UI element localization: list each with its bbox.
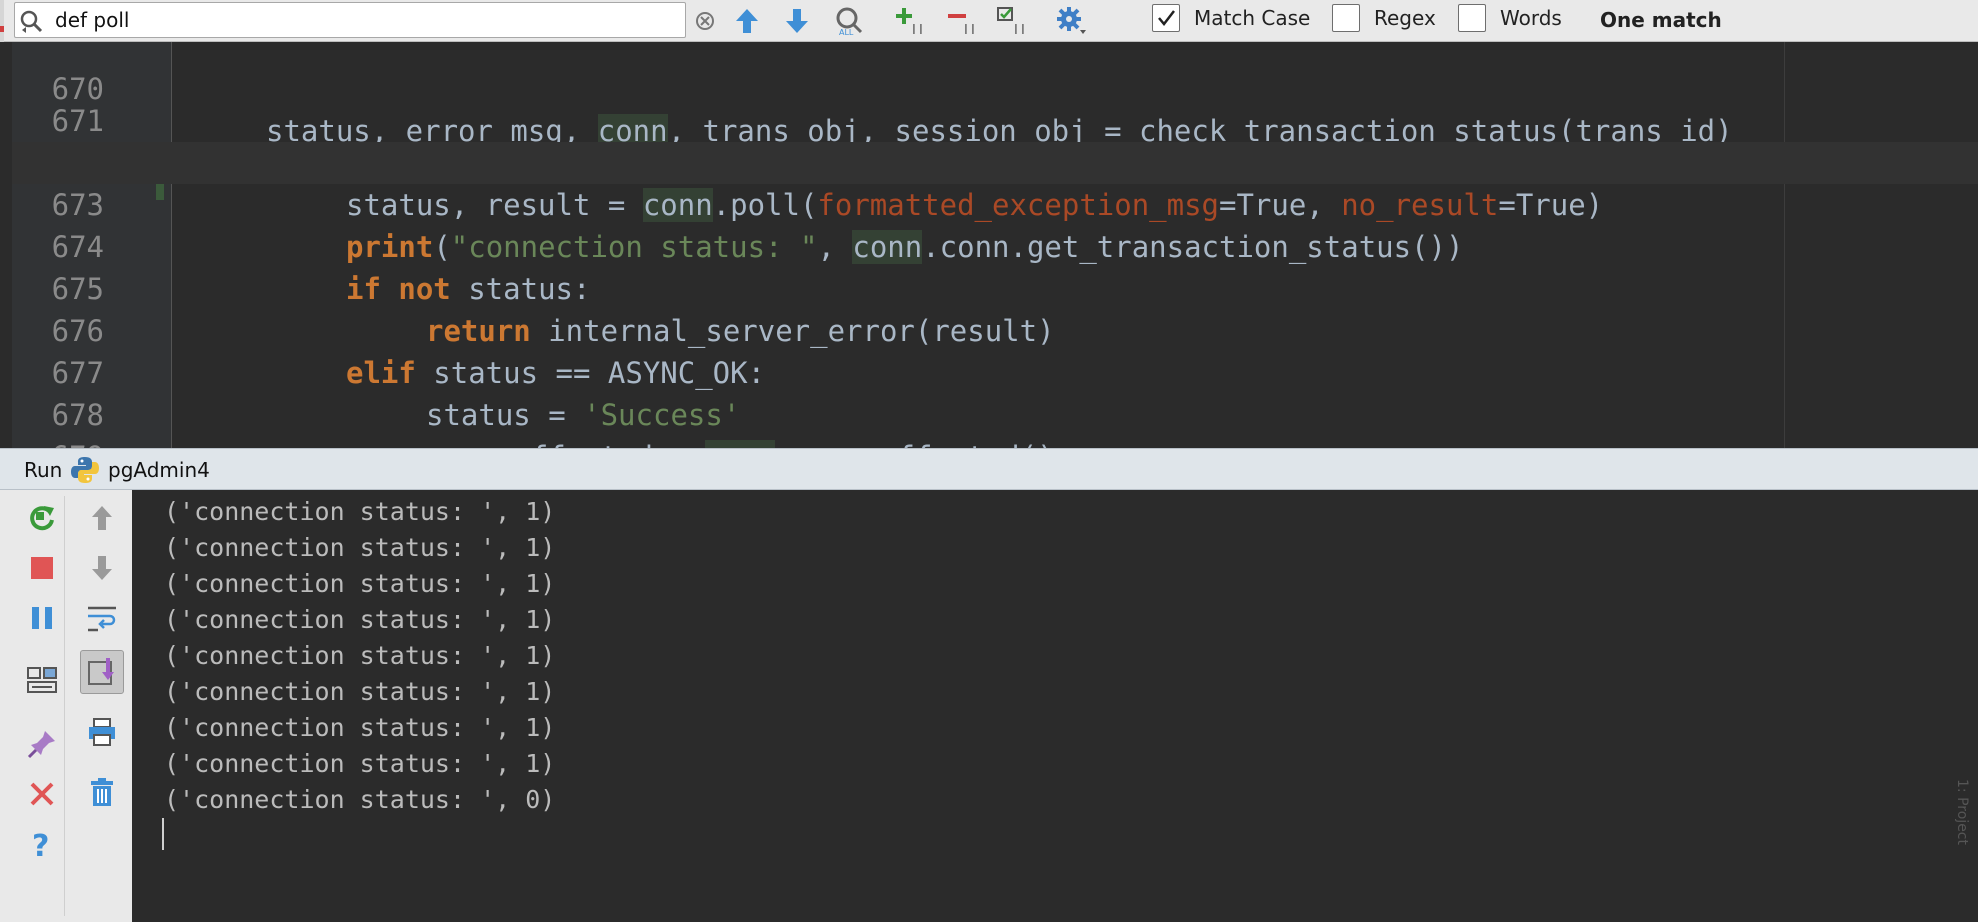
rerun-icon[interactable] (22, 498, 62, 538)
code-line[interactable]: 677 status = 'Success' (12, 310, 1978, 432)
run-toolbar: ? (0, 490, 132, 922)
search-input[interactable] (55, 7, 675, 33)
svg-text:I: I (964, 23, 968, 36)
stop-icon[interactable] (22, 548, 62, 588)
search-box[interactable] (14, 2, 686, 38)
down-arrow-icon[interactable] (82, 548, 122, 588)
line-number: 679 (12, 436, 104, 448)
run-configuration-name[interactable]: pgAdmin4 (108, 458, 210, 482)
settings-icon[interactable] (1054, 4, 1090, 38)
project-side-tab[interactable]: 1: Project (1954, 779, 1970, 845)
help-icon[interactable]: ? (22, 824, 62, 864)
code-line[interactable]: 676 elif status == ASYNC_OK: (12, 268, 1978, 390)
svg-text:I: I (912, 23, 916, 36)
search-icon[interactable] (19, 9, 45, 33)
svg-text:ALL: ALL (839, 28, 854, 36)
console-line: ('connection status: ', 1) (164, 569, 556, 598)
add-occurrence-icon[interactable]: II (892, 4, 932, 38)
code-line-current[interactable]: 673 print("connection status: ", conn.co… (12, 142, 1978, 264)
select-all-occurrences-icon[interactable]: II (994, 4, 1034, 38)
soft-wrap-icon[interactable] (82, 598, 122, 638)
next-occurrence-icon[interactable] (780, 4, 814, 38)
run-tool-window-header: Run pgAdmin4 (0, 448, 1978, 490)
trash-icon[interactable] (82, 772, 122, 812)
console-line: ('connection status: ', 1) (164, 533, 556, 562)
python-icon (70, 455, 100, 485)
code-line[interactable]: 678 rows_affected = conn.rows_affected() (12, 352, 1978, 448)
code-text: rows_affected = conn.rows_affected() (426, 436, 1055, 448)
restore-layout-icon[interactable] (22, 660, 62, 700)
console-line: ('connection status: ', 0) (164, 785, 556, 814)
pin-tab-icon[interactable] (22, 724, 62, 764)
code-editor[interactable]: 670 status, error_msg, conn, trans_obj, … (12, 42, 1978, 448)
left-edge-marker (0, 0, 4, 42)
code-line[interactable]: 675 return internal_server_error(result) (12, 226, 1978, 348)
remove-occurrence-icon[interactable]: II (944, 4, 984, 38)
match-case-checkbox[interactable] (1152, 4, 1180, 32)
svg-text:?: ? (32, 829, 49, 860)
pause-icon[interactable] (22, 598, 62, 638)
match-count: One match (1600, 8, 1722, 32)
words-label[interactable]: Words (1500, 6, 1562, 30)
console-line: ('connection status: ', 1) (164, 641, 556, 670)
svg-text:I: I (1014, 23, 1018, 36)
scroll-to-end-icon[interactable] (80, 650, 124, 694)
close-icon[interactable] (22, 774, 62, 814)
regex-label[interactable]: Regex (1374, 6, 1436, 30)
clear-search-icon[interactable] (692, 4, 718, 38)
regex-checkbox[interactable] (1332, 4, 1360, 32)
match-case-label[interactable]: Match Case (1194, 6, 1310, 30)
find-toolbar: ALL II II II Match Case Regex Words One … (0, 0, 1978, 42)
previous-occurrence-icon[interactable] (730, 4, 764, 38)
code-line[interactable]: 674 if not status: (12, 184, 1978, 306)
svg-text:I: I (1021, 23, 1025, 36)
console-line: ('connection status: ', 1) (164, 605, 556, 634)
code-line[interactable]: 672 status, result = conn.poll(formatted… (12, 100, 1978, 222)
print-icon[interactable] (82, 712, 122, 752)
code-line[interactable]: 679 (12, 394, 1978, 448)
toolbar-separator (64, 496, 65, 916)
run-console-output[interactable]: ('connection status: ', 1) ('connection … (132, 490, 1978, 922)
up-arrow-icon[interactable] (82, 498, 122, 538)
find-all-icon[interactable]: ALL (830, 4, 870, 38)
console-line: ('connection status: ', 1) (164, 713, 556, 742)
words-checkbox[interactable] (1458, 4, 1486, 32)
svg-text:I: I (919, 23, 923, 36)
code-line[interactable]: 671 if status and conn is not None and s… (12, 58, 1978, 180)
text-caret (162, 818, 164, 850)
svg-text:I: I (971, 23, 975, 36)
run-tool-window-title[interactable]: Run (24, 458, 62, 482)
console-line: ('connection status: ', 1) (164, 749, 556, 778)
console-line: ('connection status: ', 1) (164, 677, 556, 706)
console-line: ('connection status: ', 1) (164, 497, 556, 526)
